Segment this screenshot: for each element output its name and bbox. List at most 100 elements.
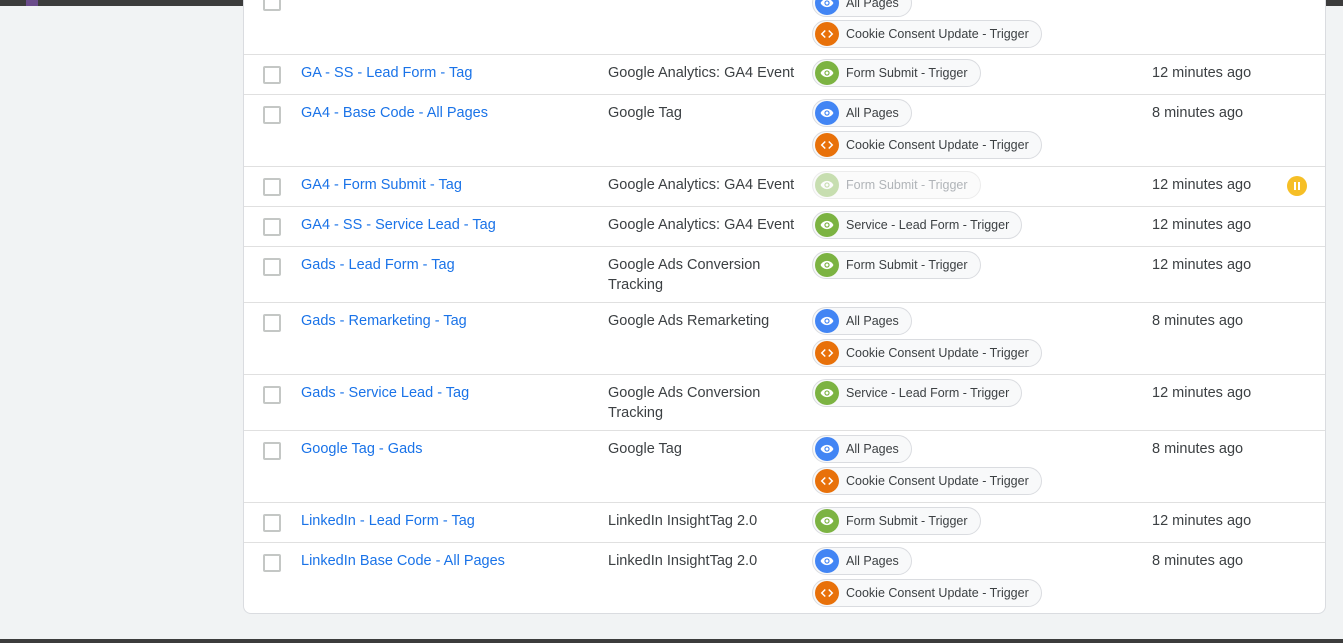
tag-name-link[interactable]: Gads - Remarketing - Tag bbox=[301, 311, 467, 331]
trigger-label: Cookie Consent Update - Trigger bbox=[846, 27, 1029, 41]
trigger-chip-form-submit[interactable]: Form Submit - Trigger bbox=[812, 251, 981, 279]
tag-name-link[interactable]: LinkedIn - Lead Form - Tag bbox=[301, 511, 475, 531]
tag-name-link[interactable]: GA4 - SS - Service Lead - Tag bbox=[301, 215, 496, 235]
trigger-label: All Pages bbox=[846, 0, 899, 10]
trigger-chip-cookie-consent[interactable]: Cookie Consent Update - Trigger bbox=[812, 131, 1042, 159]
row-checkbox[interactable] bbox=[263, 218, 281, 236]
tag-type: Google Analytics: GA4 Event bbox=[608, 217, 795, 233]
tag-type: Google Tag bbox=[608, 105, 682, 121]
table-row[interactable]: Gads - Lead Form - Tag Google Ads Conver… bbox=[244, 247, 1325, 303]
tag-type: LinkedIn InsightTag 2.0 bbox=[608, 513, 758, 529]
tag-type: Google Analytics: GA4 Event bbox=[608, 177, 795, 193]
code-brackets-icon bbox=[815, 581, 839, 605]
trigger-chip-form-submit[interactable]: Form Submit - Trigger bbox=[812, 171, 981, 199]
code-brackets-icon bbox=[815, 133, 839, 157]
last-edited: 12 minutes ago bbox=[1152, 217, 1252, 233]
row-checkbox[interactable] bbox=[263, 258, 281, 276]
table-row[interactable]: GA4 - SS - Service Lead - Tag Google Ana… bbox=[244, 207, 1325, 247]
trigger-label: Form Submit - Trigger bbox=[846, 514, 968, 528]
trigger-chip-all-pages[interactable]: All Pages bbox=[812, 0, 912, 17]
tag-name-link[interactable]: LinkedIn Base Code - All Pages bbox=[301, 551, 505, 571]
trigger-chip-service-lead[interactable]: Service - Lead Form - Trigger bbox=[812, 211, 1023, 239]
row-checkbox[interactable] bbox=[263, 66, 281, 84]
tag-name-link[interactable]: Gads - Service Lead - Tag bbox=[301, 383, 469, 403]
trigger-chip-cookie-consent[interactable]: Cookie Consent Update - Trigger bbox=[812, 467, 1042, 495]
tag-type: Google Ads Conversion Tracking bbox=[608, 385, 761, 421]
trigger-label: Form Submit - Trigger bbox=[846, 178, 968, 192]
row-checkbox[interactable] bbox=[263, 0, 281, 11]
trigger-label: Service - Lead Form - Trigger bbox=[846, 386, 1010, 400]
last-edited: 8 minutes ago bbox=[1152, 441, 1244, 457]
trigger-label: Cookie Consent Update - Trigger bbox=[846, 346, 1029, 360]
trigger-chip-all-pages[interactable]: All Pages bbox=[812, 547, 912, 575]
trigger-chip-cookie-consent[interactable]: Cookie Consent Update - Trigger bbox=[812, 339, 1042, 367]
eye-icon bbox=[815, 0, 839, 15]
tag-name-link[interactable]: GA4 - Form Submit - Tag bbox=[301, 175, 462, 195]
trigger-label: Cookie Consent Update - Trigger bbox=[846, 586, 1029, 600]
code-brackets-icon bbox=[815, 341, 839, 365]
trigger-chip-cookie-consent[interactable]: Cookie Consent Update - Trigger bbox=[812, 579, 1042, 607]
table-row[interactable]: Google Tag - Gads Google Tag All Pages C… bbox=[244, 431, 1325, 503]
eye-icon bbox=[815, 509, 839, 533]
code-brackets-icon bbox=[815, 22, 839, 46]
row-checkbox[interactable] bbox=[263, 106, 281, 124]
eye-icon bbox=[815, 101, 839, 125]
last-edited: 12 minutes ago bbox=[1152, 177, 1252, 193]
code-brackets-icon bbox=[815, 469, 839, 493]
eye-icon bbox=[815, 381, 839, 405]
table-row[interactable]: LinkedIn - Lead Form - Tag LinkedIn Insi… bbox=[244, 503, 1325, 543]
tag-type: Google Tag bbox=[608, 441, 682, 457]
trigger-chip-all-pages[interactable]: All Pages bbox=[812, 435, 912, 463]
tag-type: Google Ads Remarketing bbox=[608, 313, 770, 329]
tag-name-link[interactable]: GA4 - Base Code - All Pages bbox=[301, 103, 488, 123]
trigger-chip-form-submit[interactable]: Form Submit - Trigger bbox=[812, 59, 981, 87]
trigger-chip-cookie-consent[interactable]: Cookie Consent Update - Trigger bbox=[812, 20, 1042, 48]
last-edited: 12 minutes ago bbox=[1152, 65, 1252, 81]
last-edited: 8 minutes ago bbox=[1152, 313, 1244, 329]
eye-icon bbox=[815, 173, 839, 197]
table-row[interactable]: Gads - Service Lead - Tag Google Ads Con… bbox=[244, 375, 1325, 431]
row-checkbox[interactable] bbox=[263, 386, 281, 404]
tag-name-link[interactable]: Google Tag - Gads bbox=[301, 439, 422, 459]
trigger-label: All Pages bbox=[846, 442, 899, 456]
trigger-chip-all-pages[interactable]: All Pages bbox=[812, 99, 912, 127]
trigger-chip-service-lead[interactable]: Service - Lead Form - Trigger bbox=[812, 379, 1023, 407]
row-checkbox[interactable] bbox=[263, 554, 281, 572]
bottom-bar bbox=[0, 639, 1343, 643]
tag-type: Google Ads Conversion Tracking bbox=[608, 257, 761, 293]
table-row[interactable]: LinkedIn Base Code - All Pages LinkedIn … bbox=[244, 543, 1325, 613]
eye-icon bbox=[815, 61, 839, 85]
sidebar-item-icon bbox=[26, 0, 38, 6]
trigger-label: Cookie Consent Update - Trigger bbox=[846, 474, 1029, 488]
table-row[interactable]: Gads - Remarketing - Tag Google Ads Rema… bbox=[244, 303, 1325, 375]
tag-name-link[interactable]: GA - SS - Lead Form - Tag bbox=[301, 63, 472, 83]
pause-icon bbox=[1287, 176, 1307, 196]
eye-icon bbox=[815, 309, 839, 333]
last-edited: 12 minutes ago bbox=[1152, 385, 1252, 401]
trigger-label: Form Submit - Trigger bbox=[846, 66, 968, 80]
table-row[interactable]: GA - SS - Lead Form - Tag Google Analyti… bbox=[244, 55, 1325, 95]
row-checkbox[interactable] bbox=[263, 314, 281, 332]
trigger-label: Form Submit - Trigger bbox=[846, 258, 968, 272]
row-checkbox[interactable] bbox=[263, 178, 281, 196]
table-row[interactable]: GA4 - Base Code - All Pages Google Tag A… bbox=[244, 95, 1325, 167]
eye-icon bbox=[815, 253, 839, 277]
table-row[interactable]: GA4 - Form Submit - Tag Google Analytics… bbox=[244, 167, 1325, 207]
tag-name-link[interactable]: Gads - Lead Form - Tag bbox=[301, 255, 455, 275]
trigger-label: Cookie Consent Update - Trigger bbox=[846, 138, 1029, 152]
row-checkbox[interactable] bbox=[263, 514, 281, 532]
trigger-label: All Pages bbox=[846, 106, 899, 120]
trigger-chip-form-submit[interactable]: Form Submit - Trigger bbox=[812, 507, 981, 535]
eye-icon bbox=[815, 437, 839, 461]
trigger-label: All Pages bbox=[846, 554, 899, 568]
trigger-label: All Pages bbox=[846, 314, 899, 328]
last-edited: 8 minutes ago bbox=[1152, 105, 1244, 121]
last-edited: 12 minutes ago bbox=[1152, 257, 1252, 273]
trigger-chip-all-pages[interactable]: All Pages bbox=[812, 307, 912, 335]
table-row[interactable]: All Pages Cookie Consent Update - Trigge… bbox=[244, 0, 1325, 55]
tags-table: All Pages Cookie Consent Update - Trigge… bbox=[243, 0, 1326, 614]
last-edited: 8 minutes ago bbox=[1152, 553, 1244, 569]
row-checkbox[interactable] bbox=[263, 442, 281, 460]
eye-icon bbox=[815, 213, 839, 237]
tag-type: Google Analytics: GA4 Event bbox=[608, 65, 795, 81]
